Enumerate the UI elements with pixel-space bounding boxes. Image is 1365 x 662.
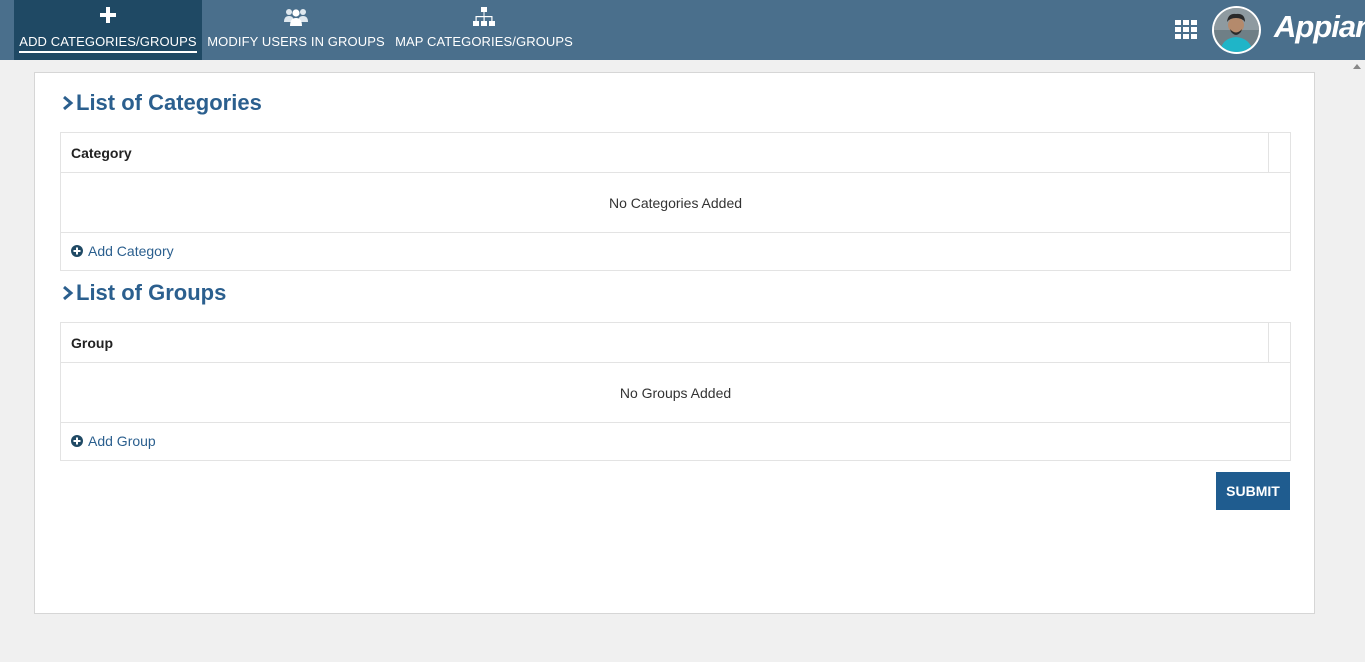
plus-icon [14,7,202,27]
main-card: List of Categories Category No Categorie… [34,72,1315,614]
section-title-text: List of Categories [76,90,262,115]
tab-label: ADD CATEGORIES/GROUPS [19,34,197,53]
tab-label: MODIFY USERS IN GROUPS [207,34,385,49]
grid-header: Category [61,133,1290,173]
categories-section-title[interactable]: List of Categories [62,90,262,116]
tab-label: MAP CATEGORIES/GROUPS [395,34,573,49]
add-group-link[interactable]: Add Group [61,423,1290,460]
groups-grid: Group No Groups Added Add Group [60,322,1291,461]
add-category-link[interactable]: Add Category [61,233,1290,270]
empty-message: No Groups Added [61,363,1290,423]
groups-section-title[interactable]: List of Groups [62,280,226,306]
chevron-right-icon [63,285,74,301]
tab-add-categories-groups[interactable]: ADD CATEGORIES/GROUPS [14,0,202,60]
chevron-right-icon [63,95,74,111]
column-header-category: Category [71,145,132,161]
users-icon [206,7,386,27]
top-navigation-bar: ADD CATEGORIES/GROUPS MODIFY USERS IN GR… [0,0,1365,60]
user-avatar[interactable] [1212,6,1261,54]
submit-button[interactable]: SUBMIT [1216,472,1290,510]
column-divider [1268,133,1269,173]
tab-map-categories-groups[interactable]: MAP CATEGORIES/GROUPS [394,0,574,60]
empty-message: No Categories Added [61,173,1290,233]
add-group-label: Add Group [88,433,156,449]
tab-modify-users-in-groups[interactable]: MODIFY USERS IN GROUPS [206,0,386,60]
column-header-group: Group [71,335,113,351]
add-category-label: Add Category [88,243,174,259]
plus-circle-icon [71,245,83,257]
categories-grid: Category No Categories Added Add Categor… [60,132,1291,271]
scroll-up-arrow[interactable] [1353,64,1361,69]
appian-logo: Appian [1274,9,1365,44]
section-title-text: List of Groups [76,280,227,305]
sitemap-icon [394,7,574,27]
grid-apps-icon[interactable] [1175,20,1199,40]
plus-circle-icon [71,435,83,447]
grid-header: Group [61,323,1290,363]
column-divider [1268,323,1269,363]
